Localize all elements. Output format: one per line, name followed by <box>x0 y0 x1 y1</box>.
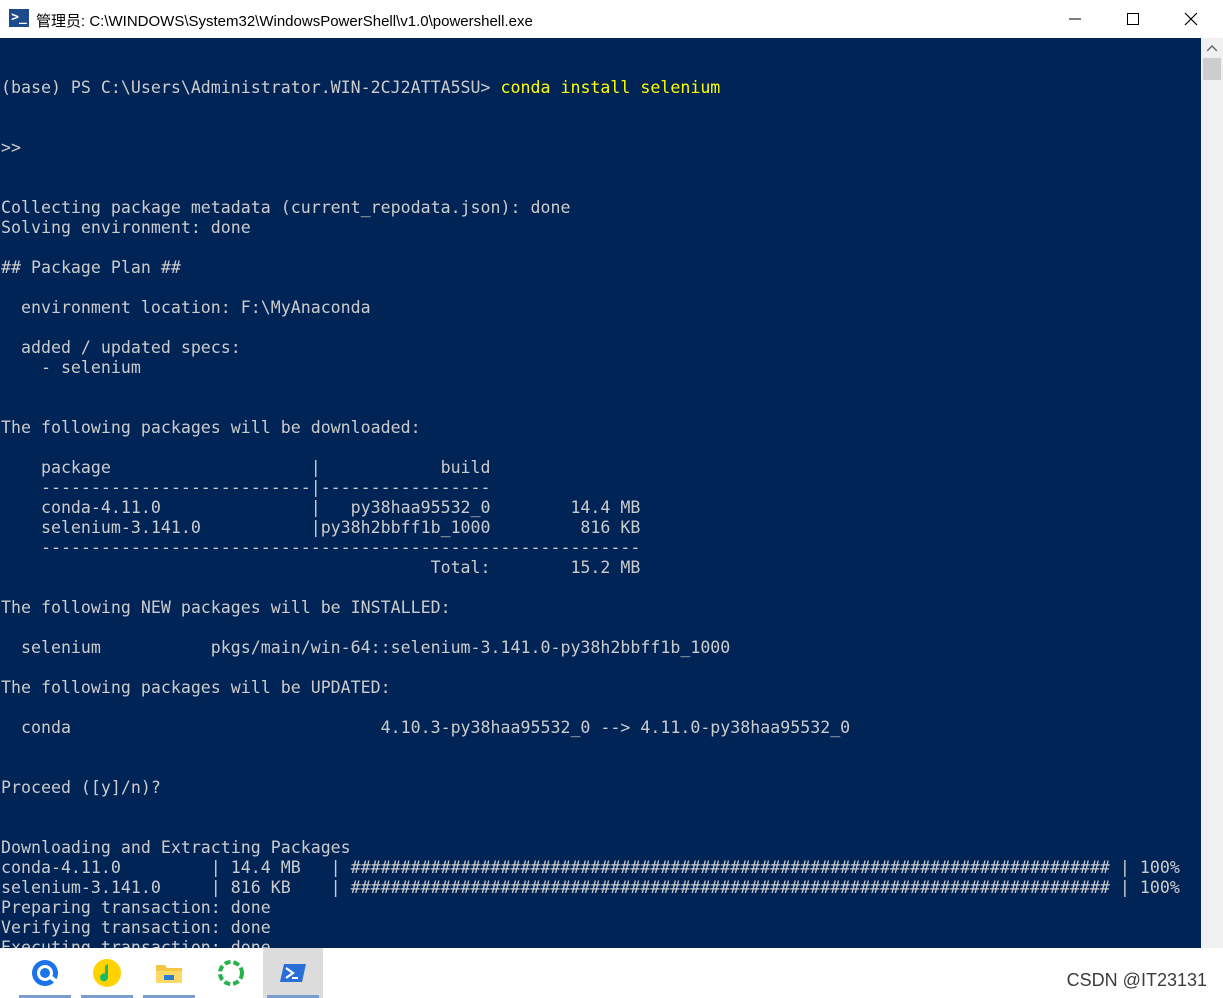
output-line: ----------------------------------------… <box>1 538 641 557</box>
command-line: (base) PS C:\Users\Administrator.WIN-2CJ… <box>1 78 1180 98</box>
output-line: package | build <box>1 458 491 477</box>
output-line: The following packages will be downloade… <box>1 418 421 437</box>
command-text: conda install selenium <box>500 78 721 97</box>
output-line: ---------------------------|------------… <box>1 478 491 497</box>
taskbar-item-browser[interactable] <box>15 948 75 998</box>
close-button[interactable] <box>1162 0 1220 38</box>
output-line: conda 4.10.3-py38haa95532_0 --> 4.11.0-p… <box>1 718 851 737</box>
output-line: ## Package Plan ## <box>1 258 181 277</box>
taskbar-item-file-explorer[interactable] <box>139 948 199 998</box>
output-line: Executing transaction: done <box>1 938 271 948</box>
continuation-line: >> <box>1 138 21 157</box>
output-line: environment location: F:\MyAnaconda <box>1 298 371 317</box>
file-explorer-icon <box>156 965 182 983</box>
output-line: The following packages will be UPDATED: <box>1 678 391 697</box>
browser-icon <box>32 960 58 986</box>
music-app-icon <box>93 959 121 987</box>
output-line: selenium-3.141.0 | 816 KB | ############… <box>1 878 1180 897</box>
output-lines: Collecting package metadata (current_rep… <box>1 198 1180 948</box>
terminal-output: (base) PS C:\Users\Administrator.WIN-2CJ… <box>1 38 1180 948</box>
output-line: selenium-3.141.0 |py38h2bbff1b_1000 816 … <box>1 518 641 537</box>
maximize-icon <box>1127 13 1139 25</box>
output-line: conda-4.11.0 | 14.4 MB | ###############… <box>1 858 1180 877</box>
output-line: added / updated specs: <box>1 338 241 357</box>
chevron-up-icon <box>1207 45 1217 51</box>
close-icon <box>1184 12 1198 26</box>
powershell-icon <box>280 964 306 982</box>
powershell-window: >_ 管理员: C:\WINDOWS\System32\WindowsPower… <box>0 0 1223 948</box>
powershell-icon: >_ <box>9 9 29 27</box>
prompt-text: (base) PS C:\Users\Administrator.WIN-2CJ… <box>1 78 501 97</box>
watermark-text: CSDN @IT23131 <box>1066 970 1207 990</box>
output-line: conda-4.11.0 | py38haa95532_0 14.4 MB <box>1 498 641 517</box>
window-title: 管理员: C:\WINDOWS\System32\WindowsPowerShe… <box>36 13 533 30</box>
console-area[interactable]: (base) PS C:\Users\Administrator.WIN-2CJ… <box>0 38 1201 948</box>
title-bar[interactable]: >_ 管理员: C:\WINDOWS\System32\WindowsPower… <box>0 0 1223 38</box>
scroll-up-button[interactable] <box>1201 38 1223 58</box>
sync-app-icon <box>218 960 244 986</box>
minimize-icon <box>1069 18 1081 20</box>
output-line: Downloading and Extracting Packages <box>1 838 351 857</box>
taskbar-item-music[interactable] <box>77 948 137 998</box>
output-line: The following NEW packages will be INSTA… <box>1 598 451 617</box>
output-line: Preparing transaction: done <box>1 898 271 917</box>
scroll-thumb[interactable] <box>1203 58 1221 80</box>
output-line: Solving environment: done <box>1 218 251 237</box>
maximize-button[interactable] <box>1104 0 1162 38</box>
output-line: Collecting package metadata (current_rep… <box>1 198 571 217</box>
taskbar-item-sync-app[interactable] <box>201 948 261 998</box>
taskbar-item-powershell[interactable] <box>263 948 323 998</box>
output-line: - selenium <box>1 358 141 377</box>
output-line: Verifying transaction: done <box>1 918 271 937</box>
output-line: Proceed ([y]/n)? <box>1 778 161 797</box>
output-line: selenium pkgs/main/win-64::selenium-3.14… <box>1 638 731 657</box>
taskbar: CSDN @IT23131 <box>0 948 1223 998</box>
output-line: Total: 15.2 MB <box>1 558 641 577</box>
vertical-scrollbar[interactable] <box>1201 38 1223 948</box>
minimize-button[interactable] <box>1046 0 1104 38</box>
